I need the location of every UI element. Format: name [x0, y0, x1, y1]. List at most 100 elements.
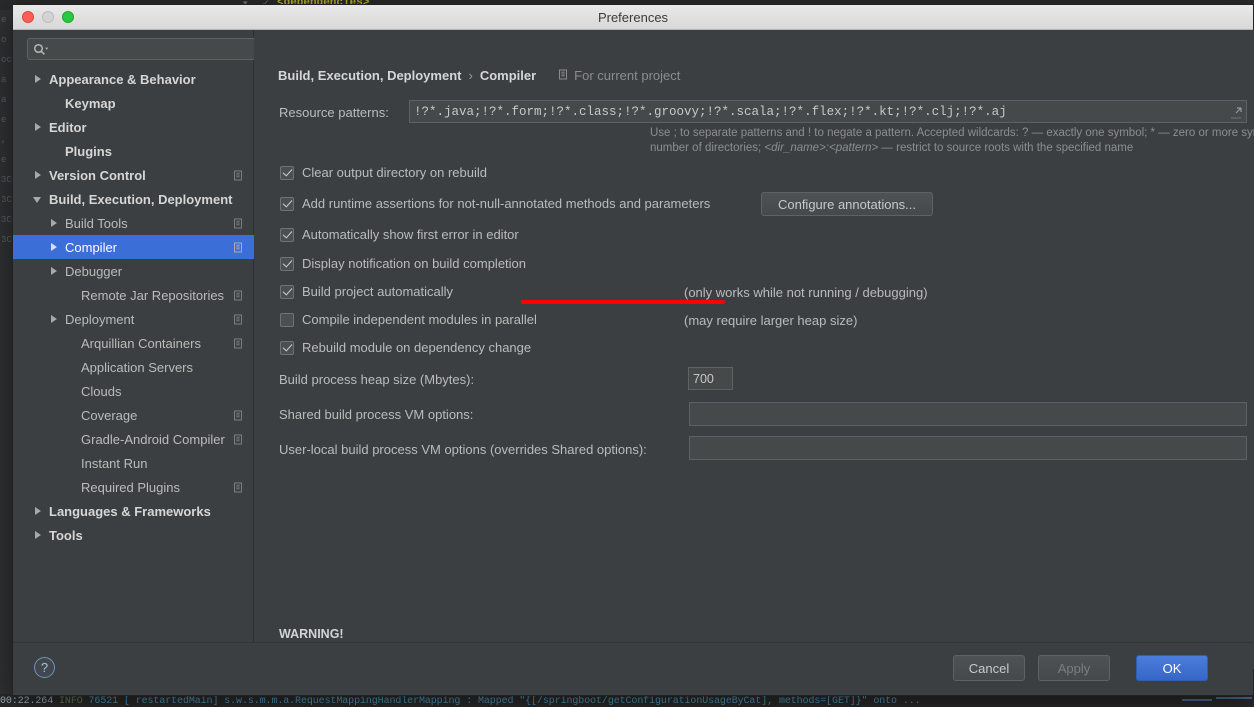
sidebar-item-label: Gradle-Android Compiler [81, 431, 225, 447]
sidebar-item-gradle-android-compiler[interactable]: Gradle-Android Compiler [13, 427, 254, 451]
sidebar-item-deployment[interactable]: Deployment [13, 307, 254, 331]
checkbox-build-project-automatically[interactable] [280, 284, 294, 299]
sidebar-item-tools[interactable]: Tools [13, 523, 254, 547]
sidebar-item-arquillian-containers[interactable]: Arquillian Containers [13, 331, 254, 355]
checkbox-row-compile-independent-modules-in-parallel[interactable]: Compile independent modules in parallel [280, 312, 537, 327]
checkbox-label: Compile independent modules in parallel [302, 312, 537, 327]
sidebar-item-label: Application Servers [81, 359, 193, 375]
chevron-down-icon[interactable] [33, 194, 44, 205]
scrollbar-marker [1182, 696, 1252, 705]
settings-search-input[interactable] [51, 42, 257, 56]
chevron-right-icon[interactable] [33, 170, 44, 181]
project-settings-icon [233, 410, 244, 421]
chevron-right-icon[interactable] [49, 266, 60, 277]
sidebar-item-instant-run[interactable]: Instant Run [13, 451, 254, 475]
close-window-button[interactable] [22, 11, 34, 23]
project-scope-icon [558, 68, 569, 83]
checkbox-row-add-runtime-assertions-for-not-null-annotated-methods-and-parameters[interactable]: Add runtime assertions for not-null-anno… [280, 196, 710, 211]
sidebar-item-appearance-behavior[interactable]: Appearance & Behavior [13, 67, 254, 91]
log-message: 76521 [ restartedMain] s.w.s.m.m.a.Reque… [82, 696, 921, 707]
sidebar-item-build-tools[interactable]: Build Tools [13, 211, 254, 235]
sidebar-item-compiler[interactable]: Compiler [13, 235, 254, 259]
shared-vm-options-field[interactable] [689, 402, 1247, 426]
settings-sidebar: Appearance & Behavior Keymap Editor Plugins… [13, 30, 258, 669]
sidebar-item-version-control[interactable]: Version Control [13, 163, 254, 187]
settings-tree[interactable]: Appearance & Behavior Keymap Editor Plugins… [13, 67, 254, 667]
checkbox-row-display-notification-on-build-completion[interactable]: Display notification on build completion [280, 256, 526, 271]
maximize-window-button[interactable] [62, 11, 74, 23]
sidebar-item-languages-frameworks[interactable]: Languages & Frameworks [13, 499, 254, 523]
sidebar-item-label: Compiler [65, 239, 118, 255]
chevron-right-icon[interactable] [33, 122, 44, 133]
expand-editor-icon[interactable] [1230, 106, 1242, 118]
minimize-window-button[interactable] [42, 11, 54, 23]
checkbox-note-compile-independent-modules-in-parallel: (may require larger heap size) [684, 313, 858, 328]
checkbox-add-runtime-assertions-for-not-null-annotated-methods-and-parameters[interactable] [280, 196, 294, 211]
sidebar-item-application-servers[interactable]: Application Servers [13, 355, 254, 379]
settings-search-box[interactable] [27, 38, 258, 60]
sidebar-item-label: Version Control [49, 167, 146, 183]
checkbox-automatically-show-first-error-in-editor[interactable] [280, 227, 294, 242]
sidebar-item-label: Appearance & Behavior [49, 71, 196, 87]
resource-patterns-field[interactable]: !?*.java;!?*.form;!?*.class;!?*.groovy;!… [409, 100, 1247, 123]
checkbox-row-automatically-show-first-error-in-editor[interactable]: Automatically show first error in editor [280, 227, 519, 242]
checkbox-clear-output-directory-on-rebuild[interactable] [280, 165, 294, 180]
dialog-titlebar: Preferences [13, 5, 1253, 30]
sidebar-item-editor[interactable]: Editor [13, 115, 254, 139]
chevron-right-icon[interactable] [33, 506, 44, 517]
resource-patterns-label: Resource patterns: [279, 105, 389, 120]
hint-line-2-suffix: — restrict to source roots with the spec… [878, 142, 1134, 154]
checkbox-row-build-project-automatically[interactable]: Build project automatically [280, 284, 453, 299]
checkbox-label: Clear output directory on rebuild [302, 165, 487, 180]
breadcrumb-scope: For current project [558, 68, 680, 83]
sidebar-item-clouds[interactable]: Clouds [13, 379, 254, 403]
sidebar-item-coverage[interactable]: Coverage [13, 403, 254, 427]
cancel-button[interactable]: Cancel [953, 655, 1025, 681]
configure-annotations-button[interactable]: Configure annotations... [761, 192, 933, 216]
help-button[interactable]: ? [34, 657, 55, 678]
sidebar-item-label: Instant Run [81, 455, 148, 471]
checkbox-row-rebuild-module-on-dependency-change[interactable]: Rebuild module on dependency change [280, 340, 531, 355]
chevron-right-icon[interactable] [33, 530, 44, 541]
sidebar-item-build-execution-deployment[interactable]: Build, Execution, Deployment [13, 187, 254, 211]
sidebar-item-label: Languages & Frameworks [49, 503, 211, 519]
heap-size-value: 700 [693, 371, 714, 386]
checkbox-label: Automatically show first error in editor [302, 227, 519, 242]
sidebar-item-label: Debugger [65, 263, 123, 279]
chevron-right-icon[interactable] [49, 218, 60, 229]
chevron-right-icon[interactable] [33, 74, 44, 85]
preferences-dialog: Preferences Appearance & Behavior Keymap E… [12, 4, 1254, 696]
sidebar-item-debugger[interactable]: Debugger [13, 259, 254, 283]
checkbox-display-notification-on-build-completion[interactable] [280, 256, 294, 271]
project-settings-icon [233, 218, 244, 229]
user-vm-options-field[interactable] [689, 436, 1247, 460]
sidebar-item-label: Required Plugins [81, 479, 181, 495]
checkbox-row-clear-output-directory-on-rebuild[interactable]: Clear output directory on rebuild [280, 165, 487, 180]
breadcrumb-separator: › [468, 68, 473, 83]
checkbox-compile-independent-modules-in-parallel[interactable] [280, 312, 294, 327]
breadcrumb-current: Compiler [479, 68, 537, 83]
sidebar-item-plugins[interactable]: Plugins [13, 139, 254, 163]
chevron-right-icon[interactable] [49, 242, 60, 253]
checkbox-rebuild-module-on-dependency-change[interactable] [280, 340, 294, 355]
project-settings-icon [233, 290, 244, 301]
apply-button[interactable]: Apply [1038, 655, 1110, 681]
sidebar-item-label: Arquillian Containers [81, 335, 201, 351]
hint-line-1: Use ; to separate patterns and ! to nega… [650, 127, 1254, 139]
heap-size-field[interactable]: 700 [688, 367, 733, 390]
sidebar-item-required-plugins[interactable]: Required Plugins [13, 475, 254, 499]
ok-button[interactable]: OK [1136, 655, 1208, 681]
sidebar-item-keymap[interactable]: Keymap [13, 91, 254, 115]
project-settings-icon [233, 482, 244, 493]
dialog-body: Appearance & Behavior Keymap Editor Plugins… [13, 30, 1254, 669]
chevron-right-icon[interactable] [49, 314, 60, 325]
breadcrumb-parent[interactable]: Build, Execution, Deployment [278, 68, 461, 83]
dialog-title: Preferences [597, 9, 669, 25]
sidebar-item-remote-jar-repositories[interactable]: Remote Jar Repositories [13, 283, 254, 307]
resource-patterns-value: !?*.java;!?*.form;!?*.class;!?*.groovy;!… [414, 104, 1007, 119]
warning-heading: WARNING! [279, 627, 344, 641]
